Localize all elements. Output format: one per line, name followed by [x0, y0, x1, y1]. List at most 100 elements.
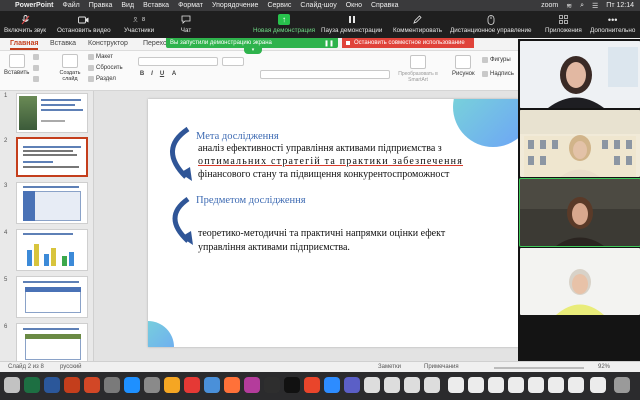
chevron-down-icon[interactable]: ▾	[244, 48, 262, 54]
browser-icon[interactable]	[204, 377, 220, 393]
window-thumbnail[interactable]	[568, 377, 584, 393]
window-thumbnail[interactable]	[548, 377, 564, 393]
slide-thumbnail-2[interactable]	[16, 137, 88, 177]
app-icon[interactable]	[344, 377, 360, 393]
app-icon[interactable]	[404, 377, 420, 393]
participants-button[interactable]: 8 Участники	[124, 14, 154, 35]
unmute-button[interactable]: Включить звук	[4, 14, 46, 34]
cut-button[interactable]	[33, 54, 39, 60]
participant-video-3[interactable]	[519, 178, 640, 247]
menu-slideshow[interactable]: Слайд-шоу	[300, 2, 336, 9]
tab-transitions[interactable]: Перехо	[143, 40, 167, 47]
paragraph-tools[interactable]	[260, 70, 390, 79]
app-icon[interactable]	[164, 377, 180, 393]
stop-video-button[interactable]: Остановить видео	[57, 14, 111, 34]
trash-icon[interactable]	[614, 377, 630, 393]
menu-insert[interactable]: Вставка	[143, 2, 169, 9]
stop-share-button[interactable]: Остановить совместное использование	[342, 38, 474, 48]
zoom-level[interactable]: 92%	[598, 364, 610, 370]
app-icon[interactable]	[104, 377, 120, 393]
italic-button[interactable]: I	[148, 70, 156, 78]
chat-button[interactable]: Чат	[180, 14, 192, 34]
annotate-button[interactable]: Комментировать	[393, 14, 442, 34]
app-icon[interactable]	[184, 377, 200, 393]
tab-design[interactable]: Конструктор	[88, 40, 128, 47]
menu-help[interactable]: Справка	[371, 2, 398, 9]
textbox-button[interactable]: Надпись	[482, 71, 514, 77]
bold-button[interactable]: B	[138, 70, 146, 78]
app-icon[interactable]	[384, 377, 400, 393]
copy-button[interactable]	[33, 65, 39, 71]
notes-button[interactable]: Заметки	[378, 364, 401, 370]
menubar-app-name[interactable]: PowerPoint	[15, 2, 54, 9]
menu-edit[interactable]: Правка	[89, 2, 113, 9]
apps-button[interactable]: Приложения	[545, 14, 582, 34]
window-thumbnail[interactable]	[468, 377, 484, 393]
remote-control-button[interactable]: Дистанционное управление	[450, 14, 532, 34]
finder-icon[interactable]	[4, 377, 20, 393]
control-center-icon[interactable]: ☰	[592, 2, 598, 10]
menu-file[interactable]: Файл	[63, 2, 80, 9]
paste-button[interactable]: Вставить	[4, 54, 29, 76]
window-thumbnail[interactable]	[488, 377, 504, 393]
slide-thumbnail-4[interactable]	[16, 229, 88, 271]
wifi-icon[interactable]: ≋	[566, 2, 572, 10]
app-icon[interactable]	[84, 377, 100, 393]
font-name-box[interactable]	[138, 57, 218, 66]
layout-button[interactable]: Макет	[88, 54, 113, 60]
font-size-box[interactable]	[222, 57, 244, 66]
menubar-clock[interactable]: Пт 12:14	[606, 2, 634, 9]
slide-thumbnail-5[interactable]	[16, 276, 88, 318]
slide-thumbnail-6[interactable]	[16, 323, 88, 361]
menu-format[interactable]: Формат	[178, 2, 203, 9]
language-indicator[interactable]: русский	[60, 364, 82, 370]
app-icon[interactable]	[364, 377, 380, 393]
pause-share-button[interactable]: Пауза демонстрации	[321, 14, 382, 34]
firefox-icon[interactable]	[224, 377, 240, 393]
menu-window[interactable]: Окно	[346, 2, 362, 9]
zoom-status-label[interactable]: zoom	[541, 2, 558, 9]
participant-video-4[interactable]	[520, 248, 640, 315]
window-thumbnail[interactable]	[590, 377, 606, 393]
zoom-slider[interactable]	[494, 367, 584, 369]
settings-icon[interactable]	[144, 377, 160, 393]
comments-button[interactable]: Примечания	[424, 364, 459, 370]
menu-arrange[interactable]: Упорядочение	[212, 2, 258, 9]
section-button[interactable]: Раздел	[88, 76, 116, 82]
app-store-icon[interactable]	[124, 377, 140, 393]
word-icon[interactable]	[44, 377, 60, 393]
format-painter-button[interactable]	[33, 76, 39, 82]
window-thumbnail[interactable]	[508, 377, 524, 393]
slide-thumbnail-1[interactable]	[16, 93, 88, 133]
font-color-button[interactable]: A	[170, 70, 178, 78]
slide-canvas[interactable]: Мета дослідження аналіз ефективності упр…	[94, 91, 518, 361]
slide-thumbnail-3[interactable]	[16, 182, 88, 224]
window-thumbnail[interactable]	[528, 377, 544, 393]
participant-video-2[interactable]	[520, 110, 640, 177]
participant-video-1[interactable]	[520, 41, 640, 108]
convert-smartart-button[interactable]: Преобразовать в SmartArt	[398, 55, 438, 83]
menu-tools[interactable]: Сервис	[267, 2, 291, 9]
picture-button[interactable]: Рисунок	[452, 55, 475, 77]
powerpoint-icon[interactable]	[64, 377, 80, 393]
excel-icon[interactable]	[24, 377, 40, 393]
zoom-icon[interactable]	[324, 377, 340, 393]
tab-insert[interactable]: Вставка	[50, 40, 76, 47]
shapes-button[interactable]: Фигуры	[482, 57, 511, 63]
new-share-button[interactable]: ↑ Новая демонстрация	[253, 14, 315, 34]
tab-home[interactable]: Главная	[10, 40, 39, 50]
app-icon[interactable]	[244, 377, 260, 393]
banner-pause-icon[interactable]: ❚❚	[324, 40, 334, 47]
underline-button[interactable]: U	[158, 70, 166, 78]
current-slide[interactable]: Мета дослідження аналіз ефективності упр…	[148, 99, 518, 347]
reset-button[interactable]: Сбросить	[88, 65, 123, 71]
new-slide-button[interactable]: Создать слайд	[57, 54, 83, 82]
app-icon[interactable]	[264, 377, 280, 393]
apple-tv-icon[interactable]	[284, 377, 300, 393]
slide-thumbnails-panel[interactable]: 1 2 3 4 5 6	[0, 91, 94, 361]
menu-view[interactable]: Вид	[121, 2, 134, 9]
more-button[interactable]: ••• Дополнительно	[590, 14, 635, 35]
search-icon[interactable]: ⌕	[580, 2, 584, 10]
music-icon[interactable]	[304, 377, 320, 393]
app-icon[interactable]	[424, 377, 440, 393]
